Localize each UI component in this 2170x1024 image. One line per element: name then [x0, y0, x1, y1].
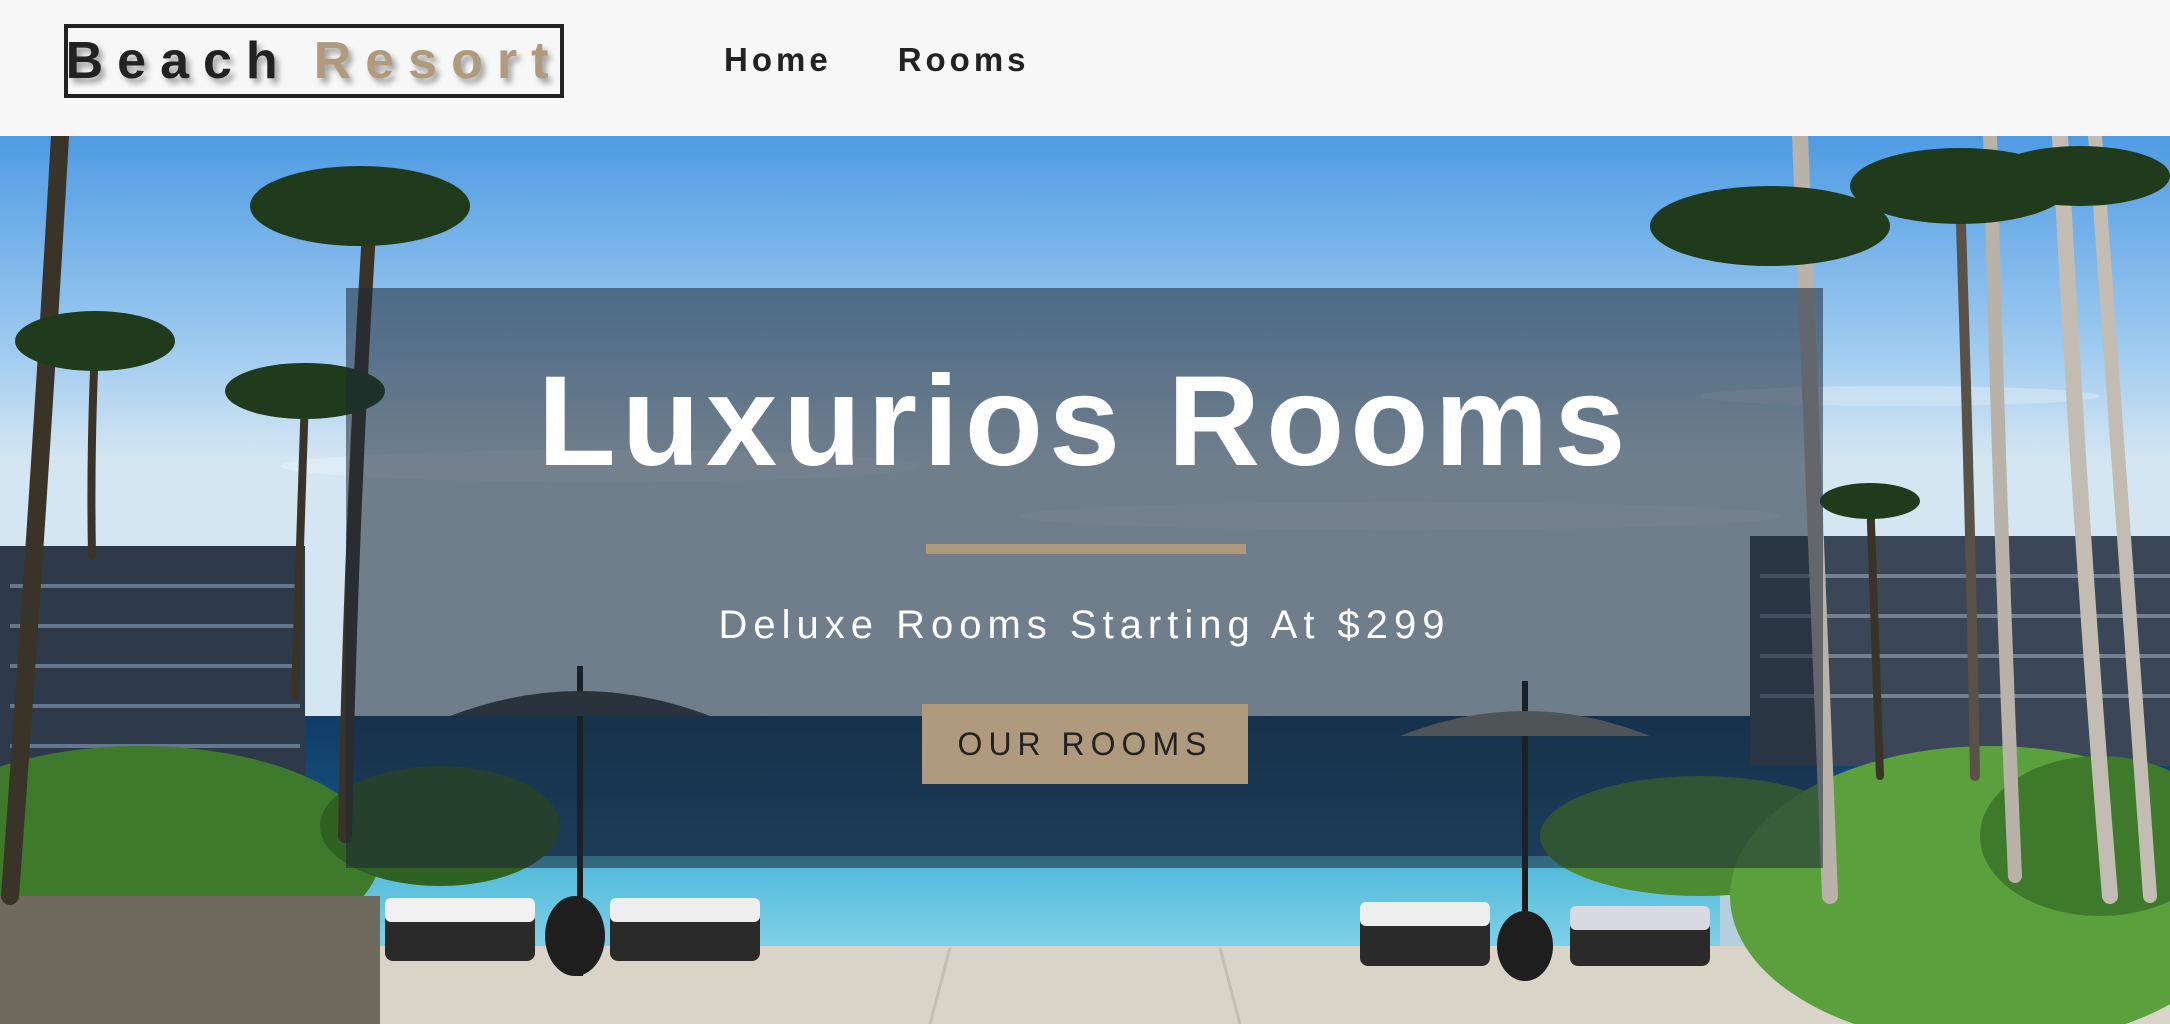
brand-logo-word-2: Resort	[313, 32, 563, 90]
hero-divider	[926, 544, 1246, 554]
main-nav: Home Rooms	[724, 38, 1096, 82]
brand-logo-word-1: Beach	[65, 32, 292, 90]
hero-section: Luxurios Rooms Deluxe Rooms Starting At …	[0, 136, 2170, 1024]
our-rooms-button[interactable]: OUR ROOMS	[922, 704, 1248, 784]
nav-link-home[interactable]: Home	[724, 38, 832, 82]
hero-banner: Luxurios Rooms Deluxe Rooms Starting At …	[346, 288, 1823, 868]
brand-logo[interactable]: Beach Resort	[64, 24, 564, 98]
hero-title: Luxurios Rooms	[537, 350, 1632, 493]
navbar: Beach Resort Home Rooms	[0, 0, 2170, 136]
hero-subtitle: Deluxe Rooms Starting At $299	[718, 603, 1451, 647]
nav-link-rooms[interactable]: Rooms	[898, 38, 1030, 82]
